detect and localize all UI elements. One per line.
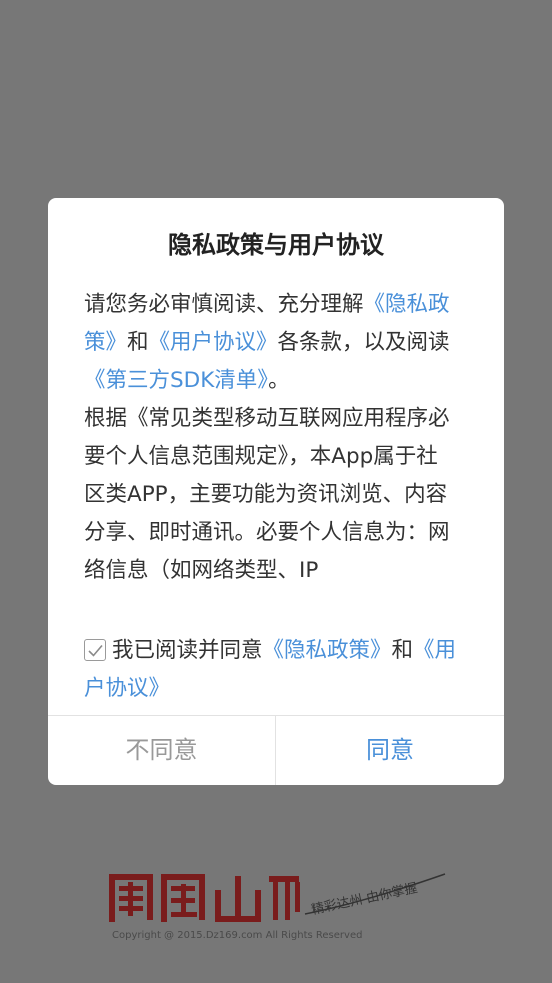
intro-text-3: 各条款，以及阅读 [277,330,450,355]
intro-paragraph: 请您务必审慎阅读、充分理解《隐私政策》和《用户协议》各条款，以及阅读《第三方SD… [84,286,458,400]
copyright-text: Copyright @ 2015.Dz169.com All Rights Re… [112,930,363,941]
regulation-paragraph: 根据《常见类型移动互联网应用程序必要个人信息范围规定》，本App属于社区类APP… [84,406,450,583]
agree-text-2: 和 [391,638,414,663]
dialog-body: 请您务必审慎阅读、充分理解《隐私政策》和《用户协议》各条款，以及阅读《第三方SD… [84,286,458,584]
agree-checkbox[interactable] [84,639,106,661]
privacy-dialog: 隐私政策与用户协议 请您务必审慎阅读、充分理解《隐私政策》和《用户协议》各条款，… [48,198,504,785]
dialog-title: 隐私政策与用户协议 [168,231,384,259]
agree-privacy-link[interactable]: 《隐私政策》 [263,638,392,663]
intro-text-1: 请您务必审慎阅读、充分理解 [84,292,364,317]
sdk-list-link[interactable]: 《第三方SDK清单》 [84,368,268,393]
disagree-button[interactable]: 不同意 [48,716,275,785]
checkmark-icon [88,644,103,657]
agree-row: 我已阅读并同意《隐私政策》和《用户协议》 [84,632,464,708]
intro-text-4: 。 [268,368,290,393]
agree-button[interactable]: 同意 [276,716,504,785]
agree-text-1: 我已阅读并同意 [112,638,263,663]
intro-text-2: 和 [127,330,149,355]
user-agreement-link[interactable]: 《用户协议》 [149,330,278,355]
